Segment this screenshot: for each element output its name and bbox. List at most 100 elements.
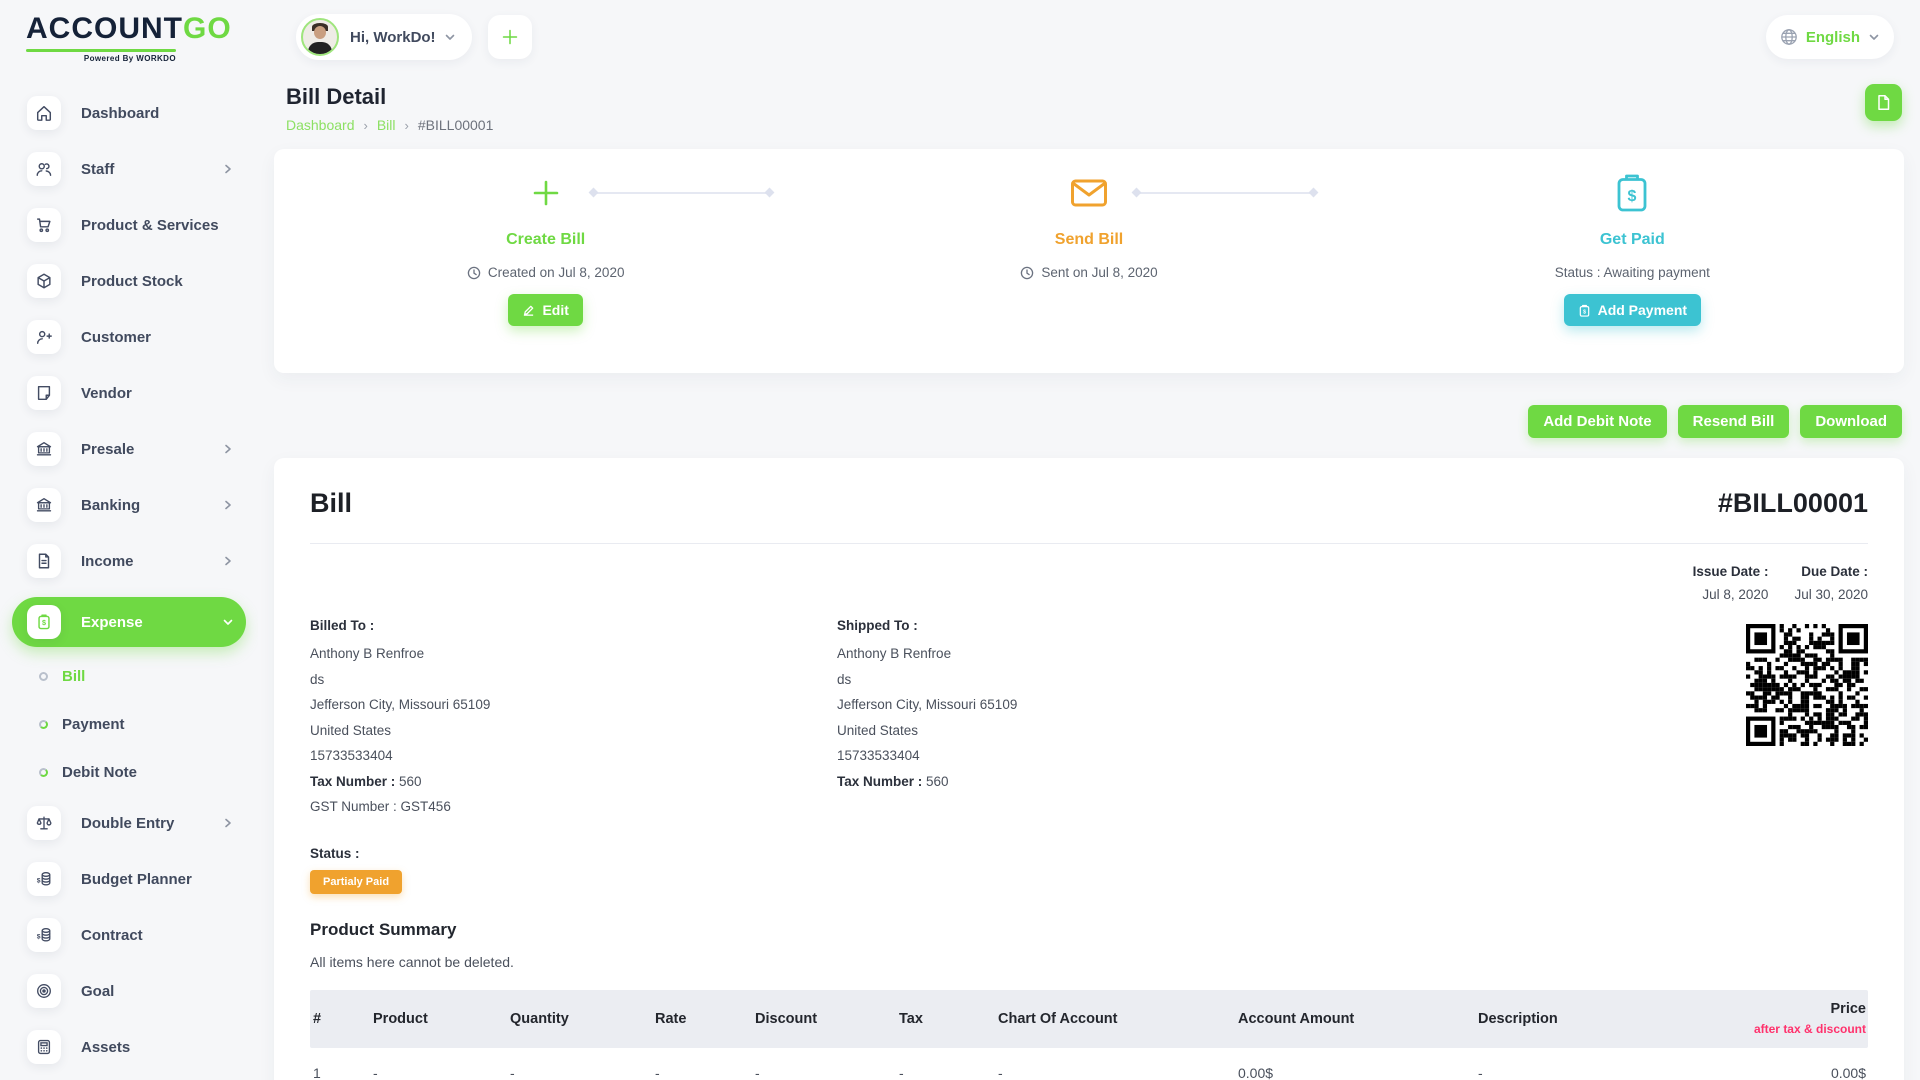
cart-icon xyxy=(27,208,61,242)
language-selector[interactable]: English xyxy=(1766,15,1894,59)
app-root: ACCOUNTGO Powered By WORKDO Dashboard St… xyxy=(0,0,1920,1080)
clipboard-icon xyxy=(1578,304,1591,317)
plus-icon xyxy=(500,27,520,47)
sidebar-subitem-bill[interactable]: Bill xyxy=(12,659,246,693)
step-status-text: Created on Jul 8, 2020 xyxy=(488,265,625,280)
breadcrumb-separator: › xyxy=(405,118,409,133)
bill-status-block: Status : Partialy Paid xyxy=(310,846,1868,894)
chevron-right-icon xyxy=(222,443,234,455)
sidebar-item-label: Income xyxy=(81,553,134,570)
breadcrumb-bill-link[interactable]: Bill xyxy=(377,117,396,133)
sidebar-item-label: Expense xyxy=(81,614,143,631)
sidebar-item-income[interactable]: Income xyxy=(12,541,246,581)
quick-add-button[interactable] xyxy=(488,15,532,59)
chevron-right-icon xyxy=(222,817,234,829)
sidebar-item-banking[interactable]: Banking xyxy=(12,485,246,525)
sidebar-subitem-payment[interactable]: Payment xyxy=(12,707,246,741)
user-plus-icon xyxy=(27,320,61,354)
sidebar-item-expense[interactable]: Expense xyxy=(12,597,246,647)
document-icon xyxy=(1875,94,1892,111)
status-label: Status : xyxy=(310,846,1868,861)
mail-icon xyxy=(1070,173,1108,213)
bill-dates: Issue Date : Jul 8, 2020 Due Date : Jul … xyxy=(310,564,1868,602)
file-icon xyxy=(27,544,61,578)
bill-preview-button[interactable] xyxy=(1865,84,1902,121)
step-status: Created on Jul 8, 2020 xyxy=(467,265,625,280)
user-menu[interactable]: Hi, WorkDo! xyxy=(296,14,472,60)
shipped-to-city: Jefferson City, Missouri 65109 xyxy=(837,696,1728,714)
sidebar-item-label: Customer xyxy=(81,329,151,346)
clipboard-dollar-icon xyxy=(1616,173,1648,213)
bill-actions: Add Debit Note Resend Bill Download xyxy=(274,405,1904,438)
billed-to-country: United States xyxy=(310,722,837,740)
issue-date-block: Issue Date : Jul 8, 2020 xyxy=(1693,564,1769,602)
home-icon xyxy=(27,96,61,130)
sidebar-item-dashboard[interactable]: Dashboard xyxy=(12,93,246,133)
table-row: 1 - - - - - - 0.00$ - 0.00$ xyxy=(310,1048,1868,1080)
resend-bill-button[interactable]: Resend Bill xyxy=(1678,405,1790,438)
issue-date-value: Jul 8, 2020 xyxy=(1693,587,1769,602)
sidebar-item-label: Vendor xyxy=(81,385,132,402)
sidebar-item-label: Dashboard xyxy=(81,105,159,122)
edit-bill-button[interactable]: Edit xyxy=(508,294,582,326)
breadcrumb-dashboard-link[interactable]: Dashboard xyxy=(286,117,355,133)
brand-logo[interactable]: ACCOUNTGO Powered By WORKDO xyxy=(0,14,258,63)
page-title: Bill Detail xyxy=(286,84,493,110)
clock-icon xyxy=(1020,266,1034,280)
billed-to-phone: 15733533404 xyxy=(310,747,837,765)
sidebar-item-product-stock[interactable]: Product Stock xyxy=(12,261,246,301)
add-payment-button[interactable]: Add Payment xyxy=(1564,294,1701,326)
col-description: Description xyxy=(1475,1001,1715,1037)
edit-bill-label: Edit xyxy=(542,302,568,318)
sidebar-item-label: Product Stock xyxy=(81,273,183,290)
sidebar-item-label: Goal xyxy=(81,983,114,1000)
sidebar-item-double-entry[interactable]: Double Entry xyxy=(12,803,246,843)
sidebar-subitem-debit-note[interactable]: Debit Note xyxy=(12,755,246,789)
bill-addresses: Billed To : Anthony B Renfroe ds Jeffers… xyxy=(310,618,1868,824)
sidebar-item-label: Assets xyxy=(81,1039,130,1056)
col-quantity: Quantity xyxy=(507,1001,652,1037)
sidebar-item-assets[interactable]: Assets xyxy=(12,1027,246,1067)
sidebar-item-vendor[interactable]: Vendor xyxy=(12,373,246,413)
main-area: Hi, WorkDo! English Bill Detail Dashboar… xyxy=(258,0,1920,1080)
billed-to-tax: Tax Number : 560 xyxy=(310,773,837,791)
sidebar-item-label: Product & Services xyxy=(81,217,219,234)
sidebar-item-goal[interactable]: Goal xyxy=(12,971,246,1011)
sidebar-item-customer[interactable]: Customer xyxy=(12,317,246,357)
due-date-value: Jul 30, 2020 xyxy=(1794,587,1868,602)
language-label: English xyxy=(1806,29,1860,46)
step-send-bill: Send Bill Sent on Jul 8, 2020 xyxy=(817,173,1360,373)
shipped-to-tax: Tax Number : 560 xyxy=(837,773,1728,791)
calculator-icon xyxy=(27,1030,61,1064)
shipped-to-address: ds xyxy=(837,671,1728,689)
col-account-amount: Account Amount xyxy=(1235,1001,1475,1037)
coins-icon xyxy=(27,918,61,952)
col-discount: Discount xyxy=(752,1001,896,1037)
sidebar-item-product-services[interactable]: Product & Services xyxy=(12,205,246,245)
step-connector xyxy=(594,192,770,194)
billed-to-address: ds xyxy=(310,671,837,689)
cell-chart-of-account: - xyxy=(995,1055,1235,1080)
bank-icon xyxy=(27,488,61,522)
step-title: Create Bill xyxy=(506,231,585,249)
sidebar-subitem-label: Debit Note xyxy=(62,764,137,781)
bullet-icon xyxy=(39,720,48,729)
shipped-to-phone: 15733533404 xyxy=(837,747,1728,765)
bill-card-title: Bill xyxy=(310,488,352,519)
bill-number: #BILL00001 xyxy=(1718,488,1868,519)
col-product: Product xyxy=(370,1001,507,1037)
sidebar-subitem-label: Bill xyxy=(62,668,85,685)
download-button[interactable]: Download xyxy=(1800,405,1902,438)
cell-tax: - xyxy=(896,1055,995,1080)
sidebar-item-staff[interactable]: Staff xyxy=(12,149,246,189)
sidebar-nav: Dashboard Staff Product & Services Produ… xyxy=(0,93,258,1067)
col-rate: Rate xyxy=(652,1001,752,1037)
price-subnote: after tax & discount xyxy=(1718,1022,1866,1036)
sidebar-item-budget-planner[interactable]: Budget Planner xyxy=(12,859,246,899)
bank-icon xyxy=(27,432,61,466)
product-summary-title: Product Summary xyxy=(310,920,1868,940)
sidebar-item-presale[interactable]: Presale xyxy=(12,429,246,469)
sidebar-item-contract[interactable]: Contract xyxy=(12,915,246,955)
add-debit-note-button[interactable]: Add Debit Note xyxy=(1528,405,1666,438)
step-create-bill: Create Bill Created on Jul 8, 2020 Edit xyxy=(274,173,817,373)
